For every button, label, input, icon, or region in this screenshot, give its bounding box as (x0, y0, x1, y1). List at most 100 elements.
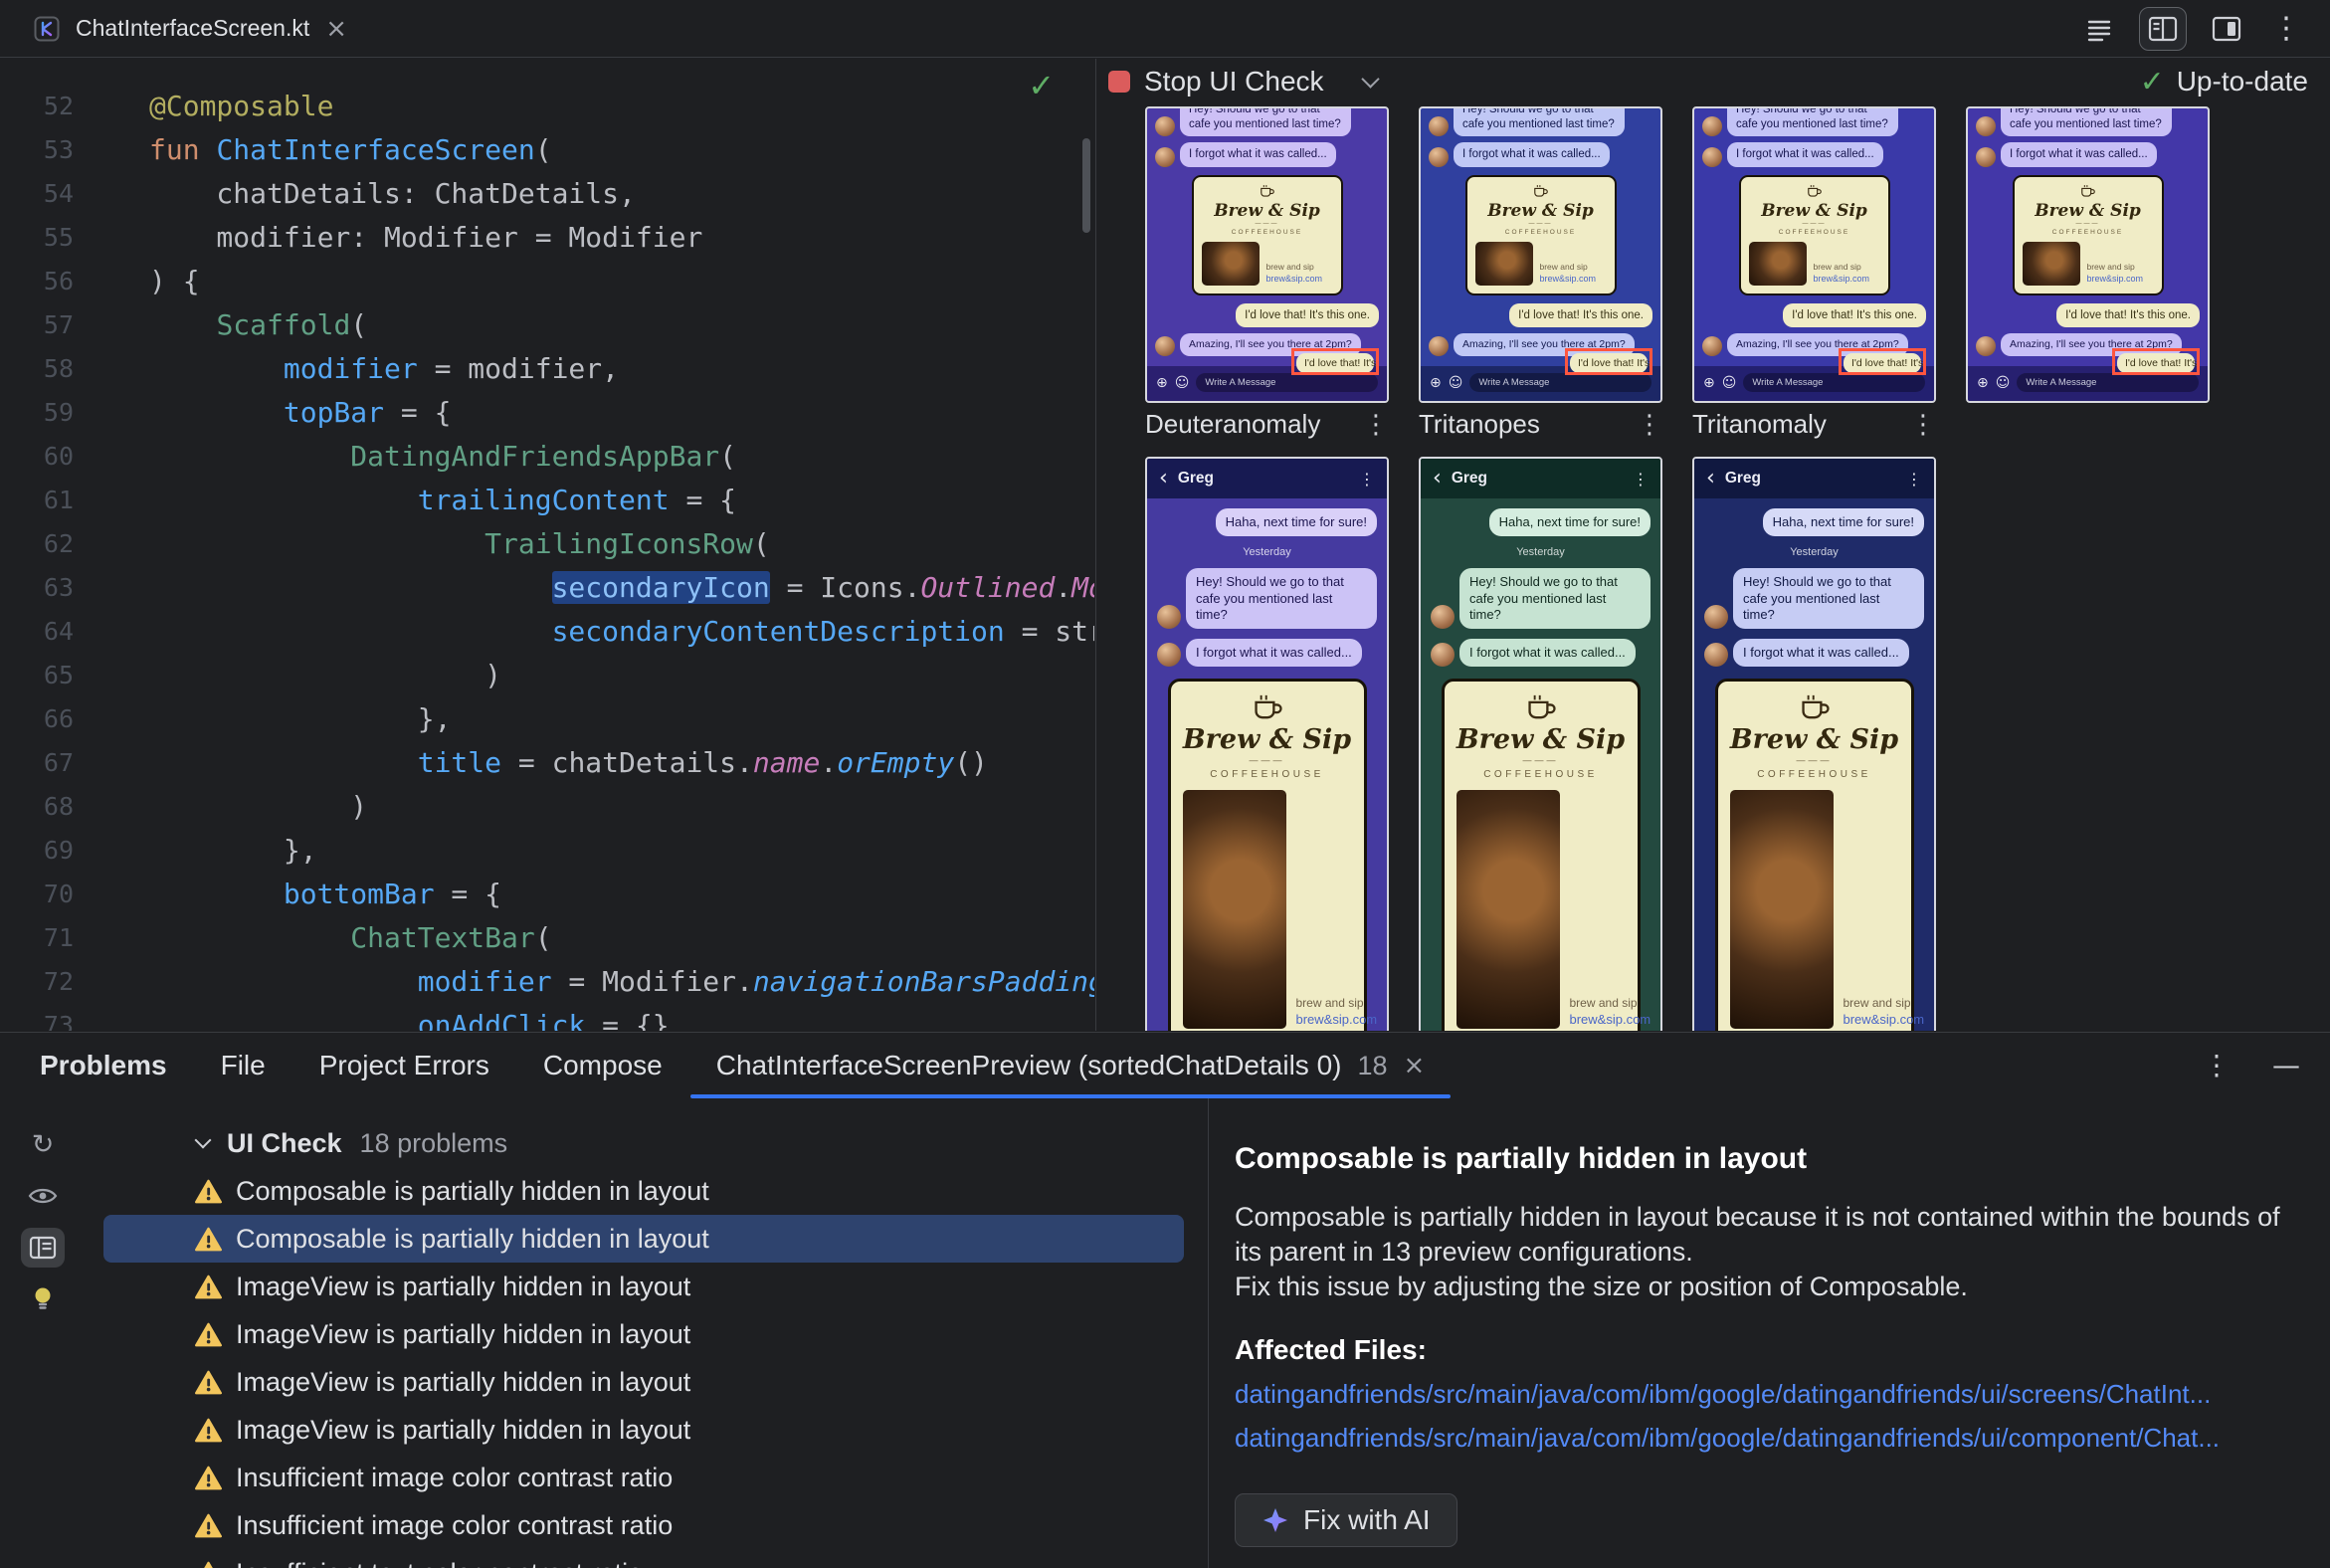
avatar (1704, 605, 1728, 629)
tab-close-icon[interactable]: × (1404, 1051, 1426, 1080)
affected-file-link[interactable]: datingandfriends/src/main/java/com/ibm/g… (1235, 1379, 2290, 1410)
minimize-panel-icon[interactable]: — (2272, 1052, 2300, 1079)
tab-project-errors[interactable]: Project Errors (319, 1050, 489, 1081)
kebab-menu-icon[interactable]: ⋮ (1910, 410, 1936, 440)
code-line[interactable]: 72 modifier = Modifier.navigationBarsPad… (0, 960, 1094, 1004)
preview-phone[interactable]: ‹ Greg ⋮ Haha, next time for sure! Yesterday… (1419, 457, 1662, 1031)
editor-tab-title: ChatInterfaceScreen.kt (76, 15, 310, 41)
structure-view-icon[interactable] (2079, 9, 2119, 49)
clipped-bubble: I'd love that! It's this one. (2117, 353, 2197, 372)
problem-item[interactable]: ImageView is partially hidden in layout (103, 1406, 1184, 1454)
problem-item[interactable]: ImageView is partially hidden in layout (103, 1263, 1184, 1310)
more-options-icon[interactable]: ⋮ (2266, 9, 2306, 49)
card-caption: brew and sip (1295, 996, 1364, 1011)
stop-ui-check-button[interactable]: Stop UI Check (1108, 66, 1324, 98)
code-line[interactable]: 53 fun ChatInterfaceScreen( (0, 128, 1094, 172)
back-icon: ‹ (1433, 466, 1442, 490)
code-line[interactable]: 59 topBar = { (0, 391, 1094, 435)
warning-icon (195, 1322, 222, 1346)
preview-phone[interactable]: ‹ Greg ⋮ Haha, next time for sure! Yesterday… (1145, 457, 1389, 1031)
preview-phone[interactable]: Hey! Should we go to that cafe you menti… (1419, 106, 1662, 403)
code-line[interactable]: 73 onAddClick = {} (0, 1004, 1094, 1031)
inspection-ok-icon[interactable]: ✓ (1028, 67, 1055, 104)
code-line[interactable]: 62 TrailingIconsRow( (0, 522, 1094, 566)
code-line[interactable]: 54 chatDetails: ChatDetails, (0, 172, 1094, 216)
code-text: modifier = Modifier.navigationBarsPaddin… (417, 965, 1094, 998)
code-line[interactable]: 63 secondaryIcon = Icons.Outlined.More (0, 566, 1094, 610)
code-line[interactable]: 56) { (0, 260, 1094, 303)
card-photo-row: brew and sip brew&sip.com (1201, 241, 1333, 286)
editor-tab[interactable]: ChatInterfaceScreen.kt × (0, 0, 373, 57)
kebab-menu-icon[interactable]: ⋮ (1637, 410, 1662, 440)
chat-bubble: I forgot what it was called... (1186, 639, 1362, 668)
affected-files-heading: Affected Files: (1235, 1334, 1427, 1365)
ui-check-group-row[interactable]: UI Check 18 problems (86, 1119, 1208, 1167)
preview-phone[interactable]: ‹ Greg ⋮ Haha, next time for sure! Yesterday… (1692, 457, 1936, 1031)
kotlin-file-icon (34, 16, 60, 41)
code-line[interactable]: 66 }, (0, 697, 1094, 741)
ai-sparkle-icon (1263, 1508, 1287, 1532)
card-photo-row: brew and sip brew&sip.com (1729, 790, 1924, 1030)
problem-item[interactable]: ImageView is partially hidden in layout (103, 1310, 1184, 1358)
chat-message: Haha, next time for sure! (1431, 508, 1650, 537)
rerun-icon[interactable]: ↻ (21, 1124, 65, 1164)
chevron-down-icon[interactable] (1360, 69, 1380, 89)
chat-message: I forgot what it was called... (1431, 639, 1650, 668)
card-url: brew&sip.com (1265, 273, 1323, 284)
tab-file[interactable]: File (221, 1050, 266, 1081)
code-line[interactable]: 52 @Composable (0, 85, 1094, 128)
line-number: 52 (43, 92, 74, 120)
code-text: ) (149, 659, 502, 691)
problem-description: Composable is partially hidden in layout… (1235, 1202, 2280, 1267)
chevron-down-icon[interactable] (194, 1131, 212, 1149)
preview-phone[interactable]: Hey! Should we go to that cafe you menti… (1692, 106, 1936, 403)
card-ornament: ——— (1802, 220, 1827, 227)
details-view-icon[interactable] (21, 1228, 65, 1268)
preview-variant-name: Deuteranomaly (1145, 409, 1321, 439)
fix-with-ai-button[interactable]: Fix with AI (1235, 1493, 1457, 1547)
tab-problems[interactable]: Problems (40, 1050, 167, 1081)
group-title: UI Check (227, 1127, 342, 1158)
code-line[interactable]: 68 ) (0, 785, 1094, 829)
problem-item[interactable]: Insufficient text color contrast ratio (103, 1549, 1184, 1568)
preview-phone[interactable]: Hey! Should we go to that cafe you menti… (1145, 106, 1389, 403)
kebab-menu-icon[interactable]: ⋮ (1363, 410, 1389, 440)
tab-close-icon[interactable]: × (325, 16, 347, 42)
stop-ui-check-label: Stop UI Check (1144, 66, 1324, 97)
code-line[interactable]: 65 ) (0, 654, 1094, 697)
preview-variant-name: Tritanopes (1419, 409, 1540, 439)
problem-item[interactable]: Insufficient image color contrast ratio (103, 1454, 1184, 1501)
code-line[interactable]: 71 ChatTextBar( (0, 916, 1094, 960)
preview-labels-row: Deuteranomaly ⋮ Tritanopes ⋮ Tritanomaly ⋮ (1096, 409, 2330, 453)
lightbulb-icon[interactable] (21, 1279, 65, 1319)
tab-compose[interactable]: Compose (543, 1050, 663, 1081)
code-line[interactable]: 70 bottomBar = { (0, 873, 1094, 916)
preview-eye-icon[interactable] (21, 1176, 65, 1216)
problem-item[interactable]: Composable is partially hidden in layout (103, 1167, 1184, 1215)
preview-layout-icon[interactable] (2207, 9, 2246, 49)
card-url: brew&sip.com (1813, 273, 1870, 284)
problem-item[interactable]: Composable is partially hidden in layout (103, 1215, 1184, 1263)
code-editor[interactable]: 52 @Composable 53 fun ChatInterfaceScreen(5… (0, 59, 1094, 1031)
affected-file-link[interactable]: datingandfriends/src/main/java/com/ibm/g… (1235, 1423, 2290, 1454)
code-line[interactable]: 55 modifier: Modifier = Modifier (0, 216, 1094, 260)
code-line[interactable]: 58 modifier = modifier, (0, 347, 1094, 391)
chat-bubble: Hey! Should we go to that cafe you menti… (1186, 568, 1377, 629)
code-line[interactable]: 67 title = chatDetails.name.orEmpty() (0, 741, 1094, 785)
code-line[interactable]: 60 DatingAndFriendsAppBar( (0, 435, 1094, 479)
code-line[interactable]: 61 trailingContent = { (0, 479, 1094, 522)
panel-options-icon[interactable]: ⋮ (2203, 1052, 2231, 1079)
code-line[interactable]: 57 Scaffold( (0, 303, 1094, 347)
brew-sip-card: Brew & Sip ——— COFFEEHOUSE brew and sip brew… (1714, 679, 1924, 1031)
problem-item[interactable]: ImageView is partially hidden in layout (103, 1358, 1184, 1406)
brew-sip-card: Brew & Sip ——— COFFEEHOUSE brew and sip brew… (1167, 679, 1377, 1031)
code-line[interactable]: 69 }, (0, 829, 1094, 873)
chat-app-bar: ‹ Greg ⋮ (1421, 459, 1660, 498)
problem-item[interactable]: Insufficient image color contrast ratio (103, 1501, 1184, 1549)
editor-scrollbar[interactable] (1082, 138, 1090, 233)
code-line[interactable]: 64 secondaryContentDescription = strin (0, 610, 1094, 654)
split-editor-icon[interactable] (2139, 6, 2187, 51)
chat-message: Haha, next time for sure! (1157, 508, 1377, 537)
preview-phone[interactable]: Hey! Should we go to that cafe you menti… (1966, 106, 2210, 403)
tab-chat-interface-screen-preview[interactable]: ChatInterfaceScreenPreview (sortedChatDe… (689, 1033, 1451, 1098)
